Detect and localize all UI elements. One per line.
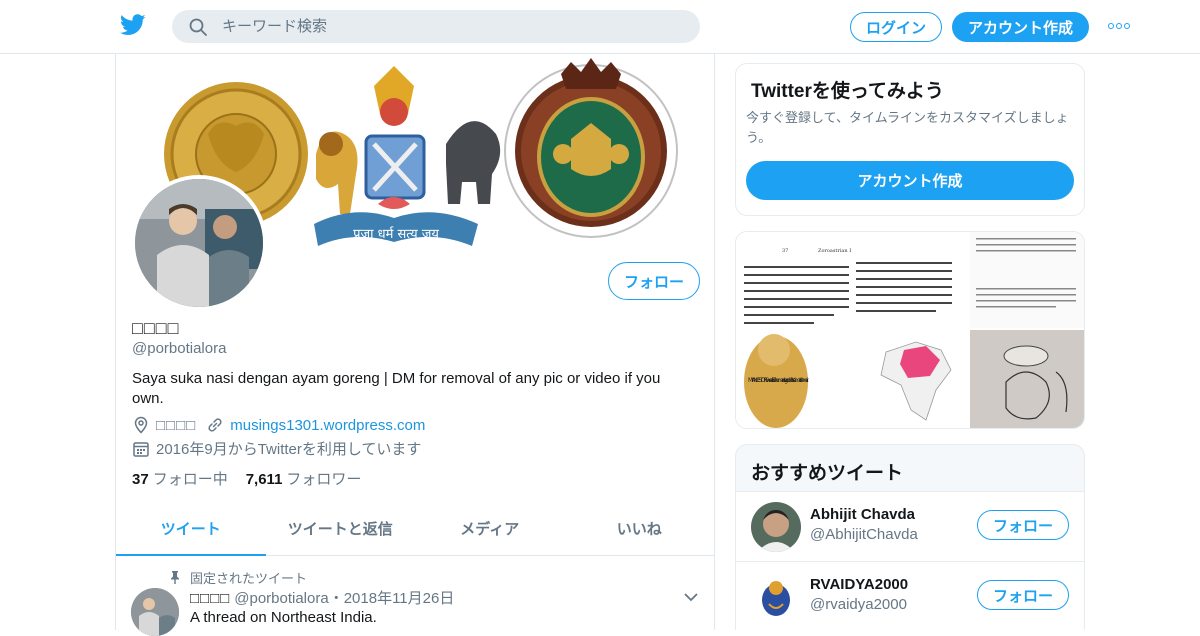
pin-icon [171, 571, 179, 584]
recommended-account-row[interactable]: RVAIDYA2000 @rvaidya2000 フォロー [736, 561, 1084, 630]
tweet-author-avatar[interactable] [131, 588, 179, 636]
recommended-name[interactable]: Abhijit Chavda [810, 506, 915, 523]
coat-of-arms-image: प्रजा धर्म सत्य जय [314, 66, 501, 246]
recommended-avatar[interactable] [751, 572, 801, 622]
top-navigation-bar: ログイン アカウント作成 [0, 0, 1200, 54]
location-pin-icon [134, 416, 148, 434]
chevron-down-icon[interactable] [684, 592, 698, 602]
profile-tabs: ツイート ツイートと返信 メディア いいね [116, 502, 714, 556]
link-icon [208, 418, 222, 432]
recommended-follow-button[interactable]: フォロー [977, 510, 1069, 540]
profile-website-link[interactable]: musings1301.wordpress.com [230, 417, 425, 434]
tab-tweets-and-replies[interactable]: ツイートと返信 [266, 502, 416, 555]
search-icon [189, 18, 207, 36]
media-document-thumbnail[interactable]: 37 Zoroastrian I [736, 232, 968, 328]
profile-bio: Saya suka nasi dengan ayam goreng | DM f… [132, 370, 661, 407]
pinned-indicator: 固定されたツイート [170, 568, 307, 587]
recommended-handle: @rvaidya2000 [810, 596, 907, 613]
signup-button[interactable]: アカウント作成 [952, 12, 1089, 42]
profile-handle: @porbotialora [132, 340, 227, 357]
media-grid[interactable]: 37 Zoroastrian I MY ANCESTORS we sacrifi… [736, 232, 1085, 429]
signup-card-description: 今すぐ登録して、タイムラインをカスタマイズしましょう。 [746, 110, 1069, 145]
calendar-icon [133, 441, 149, 457]
ornate-emblem-image [504, 58, 678, 238]
tweet-text: A thread on Northeast India. [190, 609, 377, 626]
profile-avatar[interactable] [131, 175, 267, 311]
recommended-avatar[interactable] [751, 502, 801, 552]
media-grid-card: 37 Zoroastrian I MY ANCESTORS we sacrifi… [735, 231, 1085, 429]
signup-card: Twitterを使ってみよう 今すぐ登録して、タイムラインをカスタマイズしましょ… [735, 63, 1085, 216]
recommended-handle: @AbhijitChavda [810, 526, 918, 543]
recommended-account-row[interactable]: Abhijit Chavda @AbhijitChavda フォロー [736, 491, 1084, 561]
profile-location: □□□□ [156, 416, 197, 434]
tab-media[interactable]: メディア [415, 502, 565, 555]
recommended-title: おすすめツイート [751, 463, 904, 484]
tweet-handle-date[interactable]: @porbotialora・2018年11月26日 [234, 590, 454, 607]
tweet-author-name[interactable]: □□□□ [190, 590, 230, 607]
search-input[interactable] [222, 18, 662, 35]
recommended-follow-button[interactable]: フォロー [977, 580, 1069, 610]
profile-column: प्रजा धर्म सत्य जय フォロー □□□□ @porbotialo… [115, 54, 715, 636]
search-box[interactable] [172, 10, 700, 43]
follow-button[interactable]: フォロー [608, 262, 700, 300]
profile-meta-location-website: □□□□ musings1301.wordpress.com [132, 416, 425, 434]
svg-text:MY ANCESTORS we sacrifice huma: MY ANCESTORS we sacrifice humans to godd… [748, 377, 809, 384]
followers-stat[interactable]: 7,611 フォロワー [246, 468, 362, 489]
tab-likes[interactable]: いいね [565, 502, 715, 555]
media-meme-thumbnail[interactable]: MY ANCESTORS we sacrifice humans to godd… [736, 330, 852, 429]
svg-text:प्रजा धर्म सत्य जय: प्रजा धर्म सत्य जय [353, 226, 439, 242]
pinned-tweet[interactable]: 固定されたツイート □□□□ @porbotialora・2018年11月26日 … [116, 556, 714, 636]
media-map-thumbnail[interactable] [854, 330, 968, 429]
svg-text:Zoroastrian I: Zoroastrian I [818, 248, 851, 254]
svg-text:37: 37 [782, 248, 788, 254]
login-button[interactable]: ログイン [850, 12, 942, 42]
tweet-header: □□□□ @porbotialora・2018年11月26日 [190, 587, 454, 608]
recommended-tweets-card: おすすめツイート Abhijit Chavda @AbhijitChavda フ… [735, 444, 1085, 630]
profile-joined-date: 2016年9月からTwitterを利用しています [156, 441, 422, 458]
recommended-name[interactable]: RVAIDYA2000 [810, 576, 908, 593]
more-options-icon[interactable] [1108, 20, 1130, 32]
media-sketch-thumbnail[interactable] [970, 330, 1085, 429]
media-text-thumbnail[interactable] [970, 232, 1085, 328]
signup-card-title: Twitterを使ってみよう [751, 81, 944, 102]
profile-display-name: □□□□ [132, 318, 180, 338]
tab-tweets[interactable]: ツイート [116, 502, 266, 556]
profile-stats: 37 フォロー中 7,611 フォロワー [132, 468, 361, 489]
profile-meta-joined: 2016年9月からTwitterを利用しています [132, 438, 421, 459]
signup-card-button[interactable]: アカウント作成 [746, 161, 1074, 200]
following-stat[interactable]: 37 フォロー中 [132, 468, 228, 489]
twitter-bird-icon[interactable] [120, 14, 146, 36]
